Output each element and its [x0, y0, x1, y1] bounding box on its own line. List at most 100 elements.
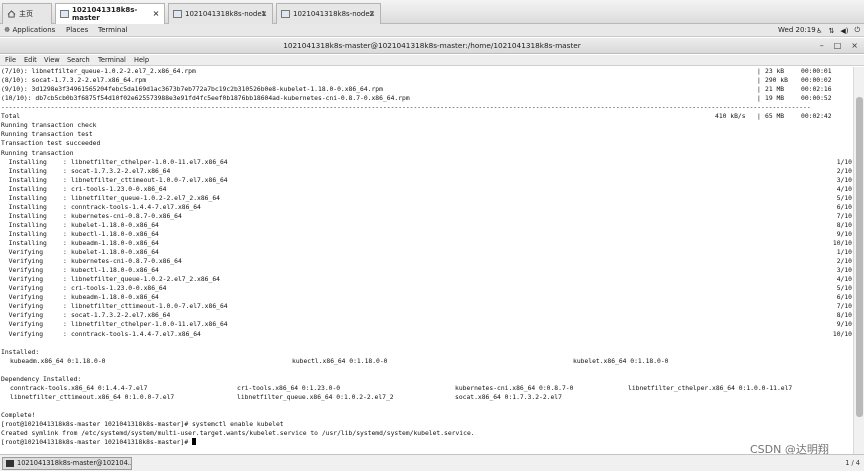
home-icon [7, 10, 16, 18]
step-colon: : [63, 203, 67, 211]
step-package: kubelet-1.18.0-0.x86_64 [71, 249, 159, 256]
step-colon: : [63, 303, 67, 311]
tab-node2[interactable]: 1021041318k8s-node2 × [276, 3, 381, 24]
menu-help[interactable]: Help [134, 56, 149, 64]
step-counter: 8/10 [836, 221, 852, 229]
menu-view[interactable]: View [44, 56, 60, 64]
step-action: Verifying [1, 285, 47, 293]
menu-search[interactable]: Search [67, 56, 90, 64]
terminal-window-title: 1021041318k8s-master@1021041318k8s-maste… [0, 38, 864, 54]
step-action: Verifying [1, 312, 47, 320]
step-package: libnetfilter_cthelper-1.0.0-11.el7.x86_6… [71, 158, 228, 166]
column-separator: | [757, 77, 761, 85]
clock[interactable]: Wed 20:19 [778, 26, 816, 34]
window-title-text: 1021041318k8s-master@1021041318k8s-maste… [283, 41, 581, 50]
download-row: (10/10): db7cb5cb0b3f6875f54d10f02e62557… [1, 95, 410, 103]
step-package: libnetfilter_cthelper-1.0.0-11.el7.x86_6… [71, 321, 228, 329]
step-action: Installing [1, 167, 47, 175]
dependency-package: socat.x86_64 0:1.7.3.2-2.el7 [455, 393, 562, 401]
tab-master-label: 1021041318k8s-master [72, 6, 138, 22]
step-colon: : [63, 212, 67, 220]
tab-node2-label: 1021041318k8s-node2 [293, 10, 375, 18]
step-action: Verifying [1, 258, 47, 266]
dependency-package: conntrack-tools.x86_64 0:1.4.4-7.el7 [10, 384, 148, 392]
step-colon: : [63, 249, 67, 256]
step-action: Verifying [1, 321, 47, 329]
step-counter: 1/10 [836, 249, 852, 256]
installed-label: Installed: [1, 348, 40, 356]
step-action: Installing [1, 194, 47, 202]
step-colon: : [63, 167, 67, 175]
step-package: kubectl-1.18.0-0.x86_64 [71, 230, 159, 238]
network-icon[interactable]: ⇅ [828, 27, 834, 35]
step-colon: : [63, 221, 67, 229]
close-window-icon[interactable]: × [851, 42, 858, 50]
step-colon: : [63, 321, 67, 329]
menu-file[interactable]: File [5, 56, 16, 64]
step-package: kubectl-1.18.0-0.x86_64 [71, 267, 159, 275]
command-line: [root@1021041318k8s-master 1021041318k8s… [1, 421, 284, 428]
close-icon[interactable]: × [368, 10, 376, 18]
dependency-package: libnetfilter_cthelper.x86_64 0:1.0.0-11.… [628, 384, 793, 392]
tab-master[interactable]: 1021041318k8s-master × [55, 3, 165, 24]
terminal-menubar: File Edit View Search Terminal Help [0, 55, 864, 66]
dependency-package: cri-tools.x86_64 0:1.23.0-0 [237, 384, 341, 392]
transaction-line: Running transaction check [1, 122, 97, 130]
step-action: Installing [1, 176, 47, 184]
applications-menu[interactable]: ☸ Applications [4, 26, 55, 34]
tab-home[interactable]: 主页 [2, 3, 52, 24]
gnome-top-panel: ☸ Applications Places Terminal Wed 20:19… [0, 24, 864, 37]
total-time: 00:02:42 [801, 113, 832, 121]
workspace-pager[interactable]: 1 / 4 [845, 459, 860, 467]
taskbar-terminal-button[interactable]: 1021041318k8s-master@102104... [2, 457, 132, 470]
tab-node1[interactable]: 1021041318k8s-node1 × [168, 3, 273, 24]
power-icon[interactable]: ⏻ [854, 26, 860, 35]
step-package: libnetfilter_queue-1.0.2-2.el7_2.x86_64 [71, 194, 220, 202]
volume-icon[interactable]: ◀) [840, 27, 848, 35]
symlink-message: Created symlink from /etc/systemd/system… [1, 430, 475, 437]
scrollbar-thumb[interactable] [856, 97, 863, 417]
download-time: 00:02:16 [801, 86, 832, 94]
vm-icon [60, 10, 69, 18]
step-colon: : [63, 276, 67, 284]
step-counter: 7/10 [836, 303, 852, 311]
step-counter: 3/10 [836, 176, 852, 184]
applications-icon: ☸ [4, 26, 13, 34]
step-counter: 9/10 [836, 321, 852, 329]
places-menu[interactable]: Places [66, 26, 88, 34]
step-action: Installing [1, 158, 47, 166]
terminal-app-menu[interactable]: Terminal [98, 26, 128, 34]
vm-icon [281, 10, 290, 18]
maximize-icon[interactable]: □ [834, 42, 842, 50]
step-action: Installing [1, 230, 47, 238]
step-colon: : [63, 330, 67, 338]
download-time: 00:00:52 [801, 95, 832, 103]
step-package: kubelet-1.18.0-0.x86_64 [71, 221, 159, 229]
menu-terminal[interactable]: Terminal [98, 56, 126, 64]
step-package: conntrack-tools-1.4.4-7.el7.x86_64 [71, 203, 201, 211]
step-counter: 6/10 [836, 203, 852, 211]
column-separator: | [757, 68, 761, 75]
step-package: kubernetes-cni-0.8.7-0.x86_64 [71, 258, 182, 266]
vm-icon [173, 10, 182, 18]
close-icon[interactable]: × [260, 10, 268, 18]
close-icon[interactable]: × [152, 10, 160, 18]
step-colon: : [63, 267, 67, 275]
step-package: socat-1.7.3.2-2.el7.x86_64 [71, 312, 171, 320]
step-action: Verifying [1, 330, 47, 338]
minimize-icon[interactable]: – [820, 42, 824, 50]
transaction-line: Transaction test succeeded [1, 140, 101, 148]
step-action: Installing [1, 221, 47, 229]
step-colon: : [63, 176, 67, 184]
step-counter: 1/10 [836, 158, 852, 166]
accessibility-icon[interactable]: ♿ [816, 27, 822, 35]
step-colon: : [63, 230, 67, 238]
download-row: (8/10): socat-1.7.3.2-2.el7.x86_64.rpm [1, 77, 147, 85]
terminal-output[interactable]: (7/10): libnetfilter_queue-1.0.2-2.el7_2… [1, 67, 852, 454]
complete-message: Complete! [1, 411, 36, 419]
terminal-scrollbar[interactable] [853, 67, 864, 454]
step-colon: : [63, 312, 67, 320]
step-counter: 3/10 [836, 267, 852, 275]
step-action: Verifying [1, 294, 47, 302]
menu-edit[interactable]: Edit [24, 56, 37, 64]
